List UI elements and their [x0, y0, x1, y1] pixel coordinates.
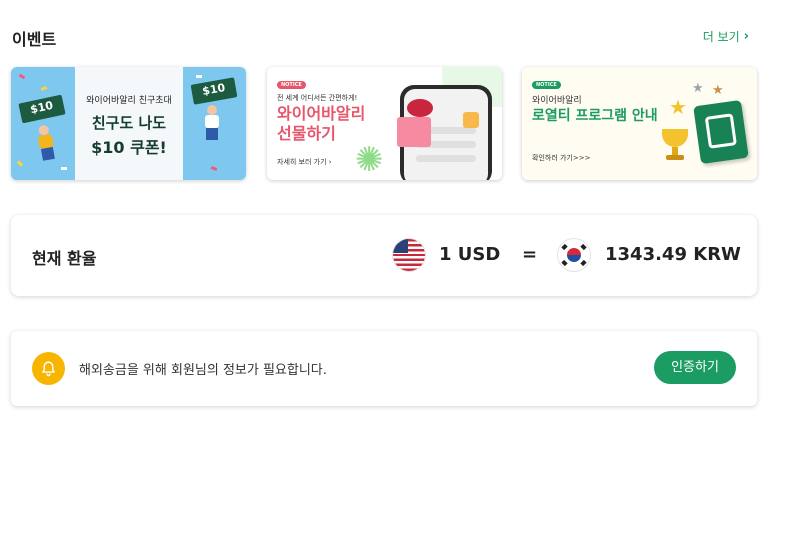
confetti — [196, 75, 202, 78]
loyalty-card-illustration — [693, 99, 749, 165]
verification-message: 해외송금을 위해 회원님의 정보가 필요합니다. — [79, 363, 327, 378]
chevron-right-icon: › — [328, 158, 332, 166]
confetti — [16, 160, 24, 167]
gift-box-icon — [397, 117, 431, 147]
trophy-icon — [660, 129, 690, 165]
friend-invite-banner[interactable]: $10 와이어바알리 친구초대 친구도 나도 $10 쿠폰! $10 — [11, 67, 246, 180]
exchange-rate-card: 현재 환율 1 USD = 1343.49 KRW — [11, 215, 757, 296]
loyalty-detail-link: 확인하러 가기>>> — [532, 154, 591, 162]
more-events-link[interactable]: 더 보기 › — [703, 28, 749, 45]
confetti — [61, 167, 67, 170]
gift-detail-link-label: 자세히 보러 가기 — [277, 158, 327, 166]
friend-invite-text-panel: 와이어바알리 친구초대 친구도 나도 $10 쿠폰! — [75, 67, 183, 180]
starburst-icon: ✺ — [355, 140, 384, 180]
person-illustration — [34, 124, 58, 163]
notice-badge: NOTICE — [532, 81, 561, 89]
kr-flag-icon — [558, 239, 590, 271]
more-events-label: 더 보기 — [702, 30, 740, 44]
friend-invite-subtitle: 와이어바알리 친구초대 — [86, 96, 172, 106]
friend-invite-headline-1: 친구도 나도 — [91, 114, 167, 132]
confetti — [18, 73, 26, 80]
notice-badge: NOTICE — [277, 81, 306, 89]
bell-icon — [32, 352, 65, 385]
equals-sign: = — [522, 244, 538, 265]
loyalty-banner[interactable]: NOTICE 와이어바알리 로열티 프로그램 안내 확인하러 가기>>> ★ ★… — [522, 67, 757, 180]
verify-button[interactable]: 인증하기 — [654, 351, 736, 384]
star-icon: ★ — [669, 95, 687, 119]
gift-banner[interactable]: NOTICE 전 세계 어디서든 간편하게! 와이어바알리 선물하기 자세히 보… — [267, 67, 502, 180]
friend-invite-headline-2: $10 쿠폰! — [91, 138, 167, 157]
gift-detail-link: 자세히 보러 가기 › — [277, 157, 332, 167]
confetti — [210, 166, 218, 171]
events-header: 이벤트 더 보기 › — [12, 26, 757, 49]
star-icon: ★ — [692, 81, 704, 96]
to-amount: 1343.49 KRW — [605, 244, 741, 265]
loyalty-headline: 로열티 프로그램 안내 — [532, 108, 658, 124]
gift-subtitle: 전 세계 어디서든 간편하게! — [277, 94, 358, 102]
chevron-right-icon: › — [743, 29, 749, 44]
events-title: 이벤트 — [12, 30, 57, 49]
gift-headline-2: 선물하기 — [277, 124, 336, 143]
gift-headline: 와이어바알리 선물하기 — [277, 104, 387, 144]
from-amount: 1 USD — [439, 244, 501, 265]
coupon-ticket-left: $10 — [18, 94, 66, 124]
exchange-rate-title: 현재 환율 — [32, 249, 97, 268]
verification-notice-card: 해외송금을 위해 회원님의 정보가 필요합니다. 인증하기 — [11, 331, 757, 406]
gift-headline-1: 와이어바알리 — [277, 104, 366, 123]
confetti — [40, 86, 48, 91]
small-gift-icon — [463, 112, 479, 128]
coupon-ticket-right: $10 — [190, 77, 238, 105]
person-illustration — [203, 105, 221, 141]
star-icon: ★ — [712, 83, 724, 98]
heart-icon — [407, 99, 433, 117]
us-flag-icon — [393, 239, 425, 271]
